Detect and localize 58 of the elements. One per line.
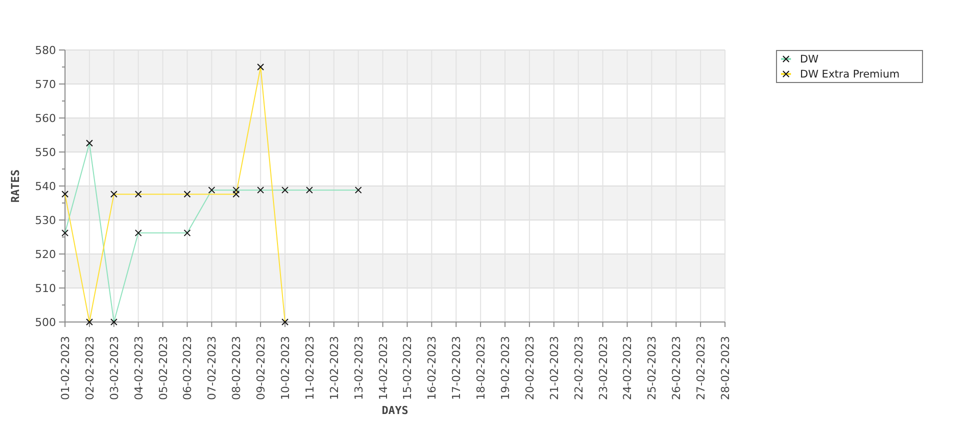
y-tick-label: 580 [35, 44, 56, 57]
x-tick-label: 04-02-2023 [132, 336, 146, 400]
data-point [354, 186, 362, 194]
x-tick-label: 25-02-2023 [646, 336, 659, 400]
data-point [134, 229, 142, 236]
x-tick-label: 14-02-2023 [376, 336, 390, 400]
y-tick-label: 540 [35, 180, 56, 193]
x-tick-label: 17-02-2023 [450, 336, 464, 400]
y-tick-label: 550 [35, 146, 56, 159]
x-tick-label: 06-02-2023 [181, 336, 194, 400]
legend-label: DW Extra Premium [800, 68, 900, 80]
legend-label: DW [800, 54, 818, 66]
data-point [282, 318, 288, 326]
x-tick-label: 10-02-2023 [279, 336, 292, 400]
x-tick-label: 20-02-2023 [523, 336, 536, 400]
x-tick-label: 19-02-2023 [499, 336, 512, 400]
x-tick-label: 07-02-2023 [206, 336, 219, 400]
x-tick-label: 26-02-2023 [670, 336, 684, 400]
y-tick-label: 520 [35, 248, 56, 261]
x-tick-label: 23-02-2023 [596, 336, 610, 400]
data-point [86, 140, 93, 147]
x-tick-label: 05-02-2023 [156, 336, 170, 400]
x-tick-label: 08-02-2023 [230, 336, 244, 400]
data-point [62, 229, 68, 236]
x-tick-label: 11-02-2023 [303, 336, 316, 400]
x-tick-label: 13-02-2023 [352, 336, 366, 400]
y-axis-title: RATES [9, 169, 22, 203]
y-tick-label: 530 [35, 214, 56, 227]
x-tick-label: 16-02-2023 [426, 336, 439, 400]
data-point [208, 186, 216, 194]
data-point [282, 186, 288, 194]
data-point [184, 229, 191, 236]
data-point [306, 186, 313, 194]
x-tick-label: 15-02-2023 [401, 336, 414, 400]
data-point [110, 318, 118, 326]
x-tick-label: 22-02-2023 [572, 336, 586, 400]
data-point [257, 186, 264, 194]
x-tick-label: 21-02-2023 [548, 336, 561, 400]
y-tick-label: 500 [35, 316, 56, 329]
x-tick-label: 09-02-2023 [254, 336, 268, 400]
data-point [134, 190, 142, 198]
y-tick-label: 510 [35, 282, 56, 295]
data-point [257, 64, 264, 70]
data-point [110, 190, 118, 198]
x-tick-label: 12-02-2023 [328, 336, 341, 400]
x-tick-label: 18-02-2023 [474, 336, 488, 400]
x-tick-label: 24-02-2023 [621, 336, 634, 400]
y-tick-label: 570 [35, 78, 56, 91]
data-point [184, 190, 191, 198]
y-tick-label: 560 [35, 112, 56, 125]
x-tick-label: 01-02-2023 [59, 336, 72, 400]
x-axis-title: DAYS [382, 404, 408, 417]
x-tick-label: 02-02-2023 [83, 336, 96, 400]
data-point [62, 190, 68, 198]
data-point [86, 318, 93, 326]
x-tick-label: 03-02-2023 [108, 336, 121, 400]
x-tick-label: 27-02-2023 [694, 336, 708, 400]
x-tick-label: 28-02-2023 [719, 336, 732, 400]
